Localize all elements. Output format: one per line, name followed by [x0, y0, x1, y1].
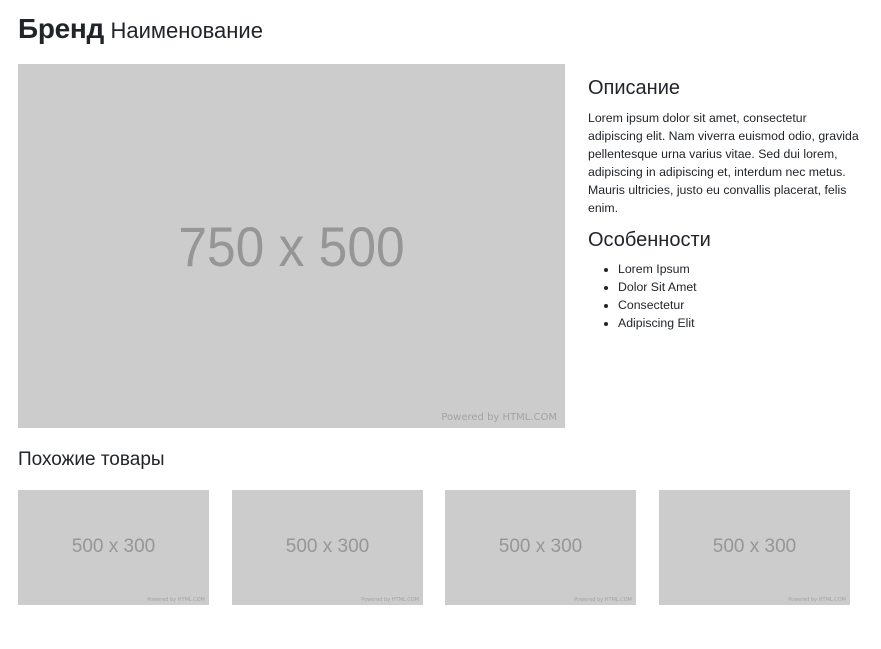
- related-product-image[interactable]: 500 x 300 Powered by HTML.COM: [18, 490, 209, 605]
- features-list: Lorem Ipsum Dolor Sit Amet Consectetur A…: [588, 260, 863, 332]
- main-image-size-label-wrap: 750 x 500: [18, 212, 565, 282]
- thumb-powered-by: Powered by HTML.COM: [147, 597, 205, 603]
- product-name: Наименование: [110, 18, 263, 43]
- thumb-size-label: 500 x 300: [498, 536, 583, 557]
- list-item: Dolor Sit Amet: [618, 278, 863, 296]
- related-product-image[interactable]: 500 x 300 Powered by HTML.COM: [232, 490, 423, 605]
- list-item: Lorem Ipsum: [618, 260, 863, 278]
- list-item: Adipiscing Elit: [618, 314, 863, 332]
- thumb-size-label: 500 x 300: [71, 536, 156, 557]
- related-product-image[interactable]: 500 x 300 Powered by HTML.COM: [445, 490, 636, 605]
- thumb-size-label: 500 x 300: [712, 536, 797, 557]
- related-product-image[interactable]: 500 x 300 Powered by HTML.COM: [659, 490, 850, 605]
- main-image-size-label: 750 x 500: [178, 215, 405, 278]
- thumb-powered-by: Powered by HTML.COM: [788, 597, 846, 603]
- thumb-size-label: 500 x 300: [285, 536, 370, 557]
- thumb-powered-by: Powered by HTML.COM: [574, 597, 632, 603]
- description-text: Lorem ipsum dolor sit amet, consectetur …: [588, 111, 859, 215]
- main-image-powered-by: Powered by HTML.COM: [441, 412, 557, 423]
- product-details: Описание Lorem ipsum dolor sit amet, con…: [588, 76, 863, 332]
- page-title: Бренд Наименование: [18, 12, 263, 46]
- list-item: Consectetur: [618, 296, 863, 314]
- main-product-image: 750 x 500 Powered by HTML.COM: [18, 64, 565, 428]
- thumb-powered-by: Powered by HTML.COM: [361, 597, 419, 603]
- brand-name: Бренд: [18, 13, 104, 44]
- features-title: Особенности: [588, 229, 711, 251]
- related-products-title: Похожие товары: [18, 449, 165, 470]
- description-title: Описание: [588, 77, 681, 99]
- related-products-grid: 500 x 300 Powered by HTML.COM 500 x 300 …: [18, 490, 863, 605]
